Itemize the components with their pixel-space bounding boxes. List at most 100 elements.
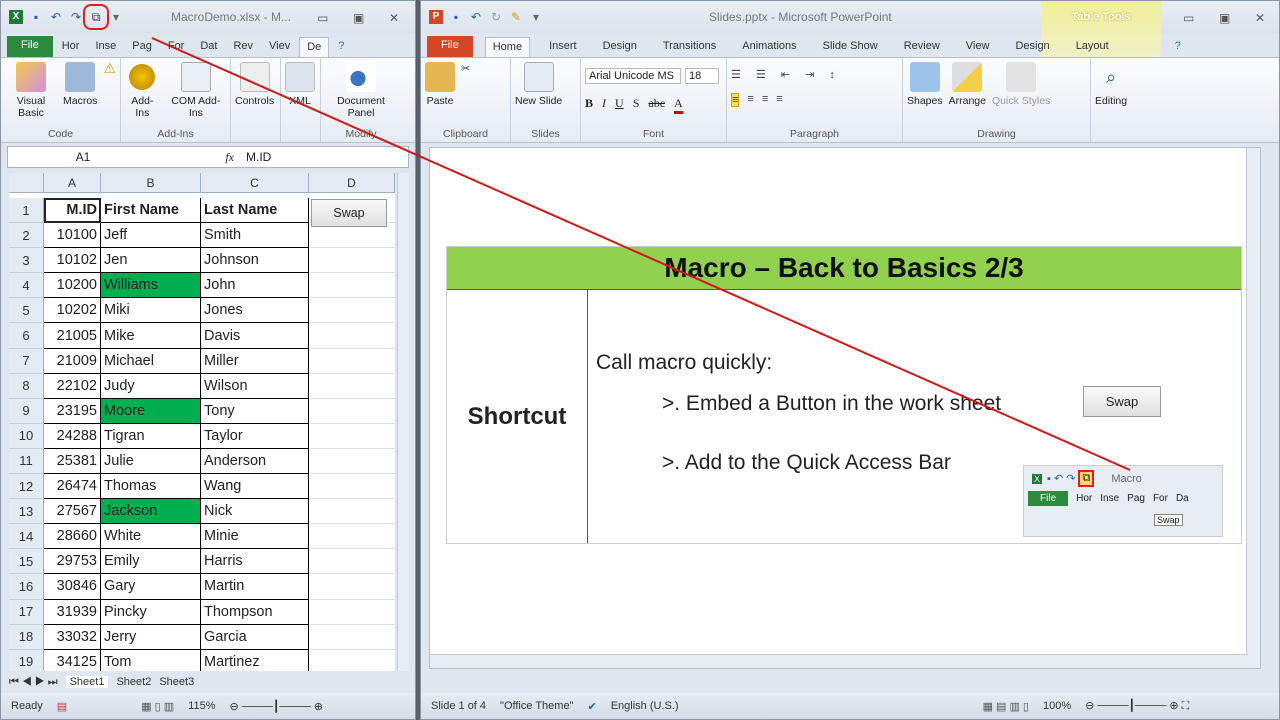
cell[interactable]: 10102: [44, 248, 101, 274]
swap-button-image[interactable]: Swap: [1083, 386, 1161, 417]
horizontal-scrollbar[interactable]: [430, 654, 1248, 668]
cell[interactable]: 10200: [44, 273, 101, 299]
cell[interactable]: Jackson: [101, 499, 201, 525]
cell[interactable]: [309, 298, 395, 324]
editing-button[interactable]: ⌕ Editing: [1095, 62, 1127, 107]
row-header[interactable]: 7: [9, 348, 44, 374]
tab-insert[interactable]: Inse: [88, 37, 123, 57]
column-header[interactable]: C: [201, 173, 309, 193]
close-button[interactable]: ✕: [389, 11, 399, 25]
cell[interactable]: First Name: [101, 198, 201, 224]
cell[interactable]: Minie: [201, 524, 309, 550]
view-buttons[interactable]: ▦ ▤ ▥ ▯: [983, 700, 1029, 713]
cell[interactable]: 10202: [44, 298, 101, 324]
minimize-button[interactable]: ▭: [317, 11, 328, 25]
cell[interactable]: Emily: [101, 549, 201, 575]
undo-icon[interactable]: ↶: [49, 10, 63, 24]
macro-record-icon[interactable]: ▤: [57, 700, 67, 713]
cut-icon[interactable]: ✂: [461, 62, 470, 75]
close-button[interactable]: ✕: [1255, 11, 1265, 25]
name-box[interactable]: A1: [8, 150, 158, 164]
row-header[interactable]: 3: [9, 248, 44, 274]
cell[interactable]: 31939: [44, 599, 101, 625]
cell[interactable]: [309, 499, 395, 525]
row-header[interactable]: 11: [9, 448, 44, 475]
cell[interactable]: Johnson: [201, 248, 309, 274]
cell[interactable]: White: [101, 524, 201, 550]
align-center-icon[interactable]: ≡: [747, 93, 753, 107]
arrange-button[interactable]: Arrange: [949, 62, 986, 107]
cell[interactable]: Williams: [101, 273, 201, 299]
row-header[interactable]: 13: [9, 499, 44, 525]
row-header[interactable]: 19: [9, 649, 44, 671]
sheet-tab[interactable]: Sheet1: [65, 676, 109, 688]
cell[interactable]: Jerry: [101, 624, 201, 650]
cell[interactable]: 21005: [44, 323, 101, 349]
macros-button[interactable]: Macros: [63, 62, 97, 107]
fx-icon[interactable]: fx: [158, 150, 234, 165]
cell[interactable]: [309, 574, 395, 600]
cell[interactable]: John: [201, 273, 309, 299]
cell[interactable]: 21009: [44, 348, 101, 374]
row-header[interactable]: 12: [9, 474, 44, 500]
cell[interactable]: [309, 248, 395, 274]
controls-button[interactable]: Controls: [235, 62, 274, 107]
cell[interactable]: [309, 323, 395, 349]
tab-review[interactable]: Review: [897, 37, 947, 57]
column-header[interactable]: A: [44, 173, 101, 193]
format-painter-icon[interactable]: ✎: [509, 10, 523, 24]
cell[interactable]: 34125: [44, 649, 101, 671]
bullet-text[interactable]: >. Add to the Quick Access Bar: [662, 451, 951, 475]
cell[interactable]: 28660: [44, 524, 101, 550]
cell[interactable]: Tigran: [101, 423, 201, 449]
cell[interactable]: [309, 273, 395, 299]
cell[interactable]: Last Name: [201, 198, 309, 224]
font-color-icon[interactable]: A: [674, 96, 683, 114]
cell[interactable]: [309, 549, 395, 575]
save-icon[interactable]: ▪: [29, 10, 43, 24]
redo-icon[interactable]: ↷: [69, 10, 83, 24]
tab-animations[interactable]: Animations: [735, 37, 803, 57]
cell[interactable]: Martin: [201, 574, 309, 600]
cell[interactable]: [309, 474, 395, 500]
tab-view[interactable]: Viev: [262, 37, 297, 57]
formula-input[interactable]: M.ID: [234, 150, 271, 164]
zoom-level[interactable]: 100%: [1043, 700, 1071, 712]
cell[interactable]: Taylor: [201, 423, 309, 449]
cell[interactable]: 29753: [44, 549, 101, 575]
tab-formulas[interactable]: For: [161, 37, 192, 57]
sheet-nav-icon[interactable]: ⏮ ◀ ▶ ⏭: [9, 676, 58, 689]
italic-icon[interactable]: I: [602, 96, 606, 114]
document-panel-button[interactable]: Document Panel: [325, 62, 397, 119]
help-icon[interactable]: ?: [331, 37, 351, 57]
zoom-level[interactable]: 115%: [188, 700, 215, 712]
cell[interactable]: 26474: [44, 474, 101, 500]
view-buttons[interactable]: ▦ ▯ ▥: [141, 700, 174, 713]
cell[interactable]: [309, 399, 395, 424]
tab-page-layout[interactable]: Pag: [125, 37, 159, 57]
slide-title[interactable]: Macro – Back to Basics 2/3: [447, 247, 1241, 290]
cell[interactable]: Anderson: [201, 448, 309, 475]
cell[interactable]: Miller: [201, 348, 309, 374]
row-header[interactable]: 15: [9, 549, 44, 575]
row-header[interactable]: 6: [9, 323, 44, 349]
bullet-text[interactable]: >. Embed a Button in the work sheet: [662, 392, 1001, 416]
customize-qat-icon[interactable]: ▾: [529, 10, 543, 24]
cell[interactable]: Jones: [201, 298, 309, 324]
tab-insert[interactable]: Insert: [542, 37, 584, 57]
row-header[interactable]: 5: [9, 298, 44, 324]
cell[interactable]: Thomas: [101, 474, 201, 500]
cell[interactable]: Wang: [201, 474, 309, 500]
swap-macro-qat-icon[interactable]: ⧉: [83, 4, 109, 30]
customize-qat-icon[interactable]: ▾: [109, 10, 123, 24]
cell[interactable]: Moore: [101, 398, 201, 424]
paste-button[interactable]: Paste: [425, 62, 455, 107]
slide-editing-pane[interactable]: Macro – Back to Basics 2/3 Shortcut Call…: [429, 147, 1261, 669]
row-header[interactable]: 18: [9, 624, 44, 650]
tab-view[interactable]: View: [959, 37, 997, 57]
strikethrough-icon[interactable]: abc: [648, 96, 665, 114]
cell[interactable]: Michael: [101, 348, 201, 374]
tab-table-design[interactable]: Design: [1008, 37, 1056, 57]
cell[interactable]: Judy: [101, 373, 201, 399]
shadow-icon[interactable]: S: [633, 96, 640, 114]
